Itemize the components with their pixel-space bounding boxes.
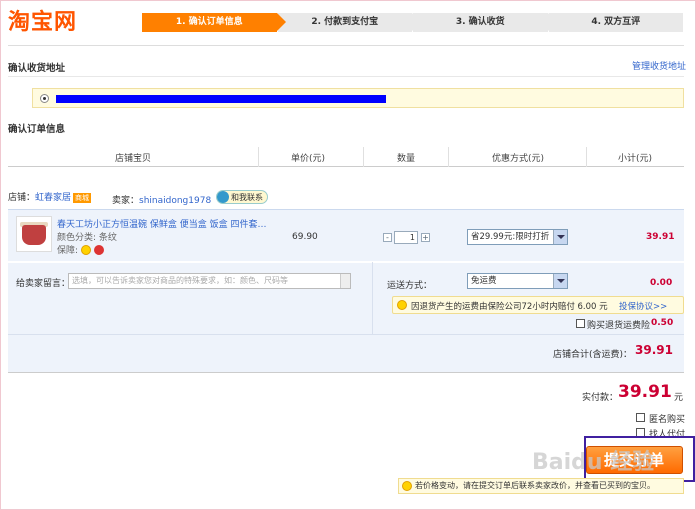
seller-name[interactable]: shinaidong1978 bbox=[139, 196, 211, 206]
qty-decrease-button[interactable]: - bbox=[383, 233, 392, 242]
store-total-label: 店铺合计(含运费)： bbox=[553, 350, 633, 360]
store-total-value: 39.91 bbox=[635, 343, 673, 357]
item-title-link[interactable]: 春天工坊小正方恒温碗 保鲜盒 便当盒 饭盒 四件套… bbox=[57, 217, 267, 230]
guarantee-shield-icon[interactable] bbox=[94, 244, 105, 255]
address-redacted bbox=[56, 95, 386, 103]
bulb-icon bbox=[397, 300, 407, 310]
item-sku: 颜色分类: 条纹 bbox=[57, 233, 117, 243]
store-label: 店铺： bbox=[8, 193, 36, 203]
message-label: 给卖家留言： bbox=[16, 279, 71, 289]
col-subtotal: 小计(元) bbox=[618, 154, 653, 164]
panel-divider bbox=[372, 262, 373, 334]
payment-total: 39.91 bbox=[618, 382, 672, 402]
anonymous-checkbox[interactable] bbox=[636, 413, 645, 422]
manage-address-link[interactable]: 管理收货地址 bbox=[632, 59, 686, 72]
address-section-title: 确认收货地址 bbox=[8, 63, 66, 74]
item-unit-price: 69.90 bbox=[292, 232, 318, 242]
shipping-label: 运送方式： bbox=[387, 281, 433, 291]
col-divider bbox=[258, 147, 259, 167]
step-pay-alipay: 2. 付款到支付宝 bbox=[277, 13, 421, 32]
step-confirm-order: 1. 确认订单信息 bbox=[142, 13, 285, 32]
bulb-icon bbox=[402, 481, 412, 491]
scrollbar[interactable] bbox=[340, 274, 350, 288]
message-placeholder: 选填，可以告诉卖家您对商品的特殊要求，如：颜色、尺码等 bbox=[72, 276, 288, 285]
item-subtotal: 39.91 bbox=[646, 232, 675, 242]
quantity-input[interactable]: 1 bbox=[394, 231, 418, 244]
divider bbox=[8, 334, 684, 335]
checkout-steps: 1. 确认订单信息 2. 付款到支付宝 3. 确认收货 4. 双方互评 bbox=[142, 13, 684, 32]
order-section-title: 确认订单信息 bbox=[8, 124, 66, 135]
highlight-frame bbox=[584, 436, 695, 482]
col-divider bbox=[448, 147, 449, 167]
insurance-price: 0.50 bbox=[651, 318, 674, 328]
price-change-tip: 若价格变动，请在提交订单后联系卖家改价，并查看已买到的宝贝。 bbox=[398, 478, 684, 494]
item-guarantee: 保障: bbox=[57, 243, 105, 256]
anonymous-label: 匿名购买 bbox=[649, 415, 686, 425]
col-price: 单价(元) bbox=[291, 154, 326, 164]
contact-label: 和我联系 bbox=[231, 192, 264, 202]
qty-increase-button[interactable]: + bbox=[421, 233, 430, 242]
payment-unit: 元 bbox=[674, 393, 684, 403]
col-discount: 优惠方式(元) bbox=[492, 154, 545, 164]
col-item: 店铺宝贝 bbox=[115, 154, 152, 164]
order-table-header: 店铺宝贝 单价(元) 数量 优惠方式(元) 小计(元) bbox=[8, 147, 684, 167]
insurance-agreement-link[interactable]: 投保协议>> bbox=[619, 300, 667, 312]
tip-text: 若价格变动，请在提交订单后联系卖家改价，并查看已买到的宝贝。 bbox=[415, 481, 655, 490]
seller-info: 卖家：shinaidong1978 和我联系 bbox=[112, 190, 269, 206]
divider bbox=[8, 372, 684, 373]
step-confirm-receipt: 3. 确认收货 bbox=[413, 13, 556, 32]
guarantee-label: 保障: bbox=[57, 246, 79, 256]
seller-label: 卖家： bbox=[112, 196, 140, 206]
insurance-notice: 因退货产生的运费由保险公司72小时内赔付 6.00 元 投保协议>> bbox=[392, 296, 684, 314]
col-divider bbox=[586, 147, 587, 167]
insurance-text: 因退货产生的运费由保险公司72小时内赔付 6.00 元 bbox=[411, 302, 608, 312]
divider bbox=[8, 76, 684, 77]
divider bbox=[8, 45, 684, 46]
store-name-link[interactable]: 虹春家居 bbox=[35, 193, 71, 203]
guarantee-bulb-icon[interactable] bbox=[81, 244, 92, 255]
payment-label: 实付款： bbox=[582, 393, 619, 403]
chevron-down-icon bbox=[553, 274, 567, 288]
contact-seller-button[interactable]: 和我联系 bbox=[216, 190, 269, 204]
shipping-fee: 0.00 bbox=[650, 278, 673, 288]
insurance-checkbox[interactable] bbox=[576, 319, 585, 328]
discount-selected: 省29.99元:限时打折 bbox=[471, 232, 550, 242]
store-info: 店铺：虹春家居 商城 bbox=[8, 190, 92, 203]
insurance-check-label: 购买退货运费险 bbox=[587, 321, 651, 331]
chevron-down-icon bbox=[553, 230, 567, 244]
shipping-selected: 免运费 bbox=[471, 276, 497, 286]
col-divider bbox=[363, 147, 364, 167]
item-thumbnail[interactable] bbox=[16, 216, 52, 252]
taobao-logo[interactable]: 淘宝网 bbox=[8, 4, 77, 36]
mall-badge: 商城 bbox=[73, 193, 92, 203]
message-input[interactable]: 选填，可以告诉卖家您对商品的特殊要求，如：颜色、尺码等 bbox=[68, 273, 351, 289]
address-radio[interactable] bbox=[40, 94, 49, 103]
discount-select[interactable]: 省29.99元:限时打折 bbox=[467, 229, 568, 245]
shipping-select[interactable]: 免运费 bbox=[467, 273, 568, 289]
col-qty: 数量 bbox=[397, 154, 416, 164]
wangwang-icon bbox=[217, 191, 230, 203]
step-mutual-review: 4. 双方互评 bbox=[548, 13, 683, 32]
